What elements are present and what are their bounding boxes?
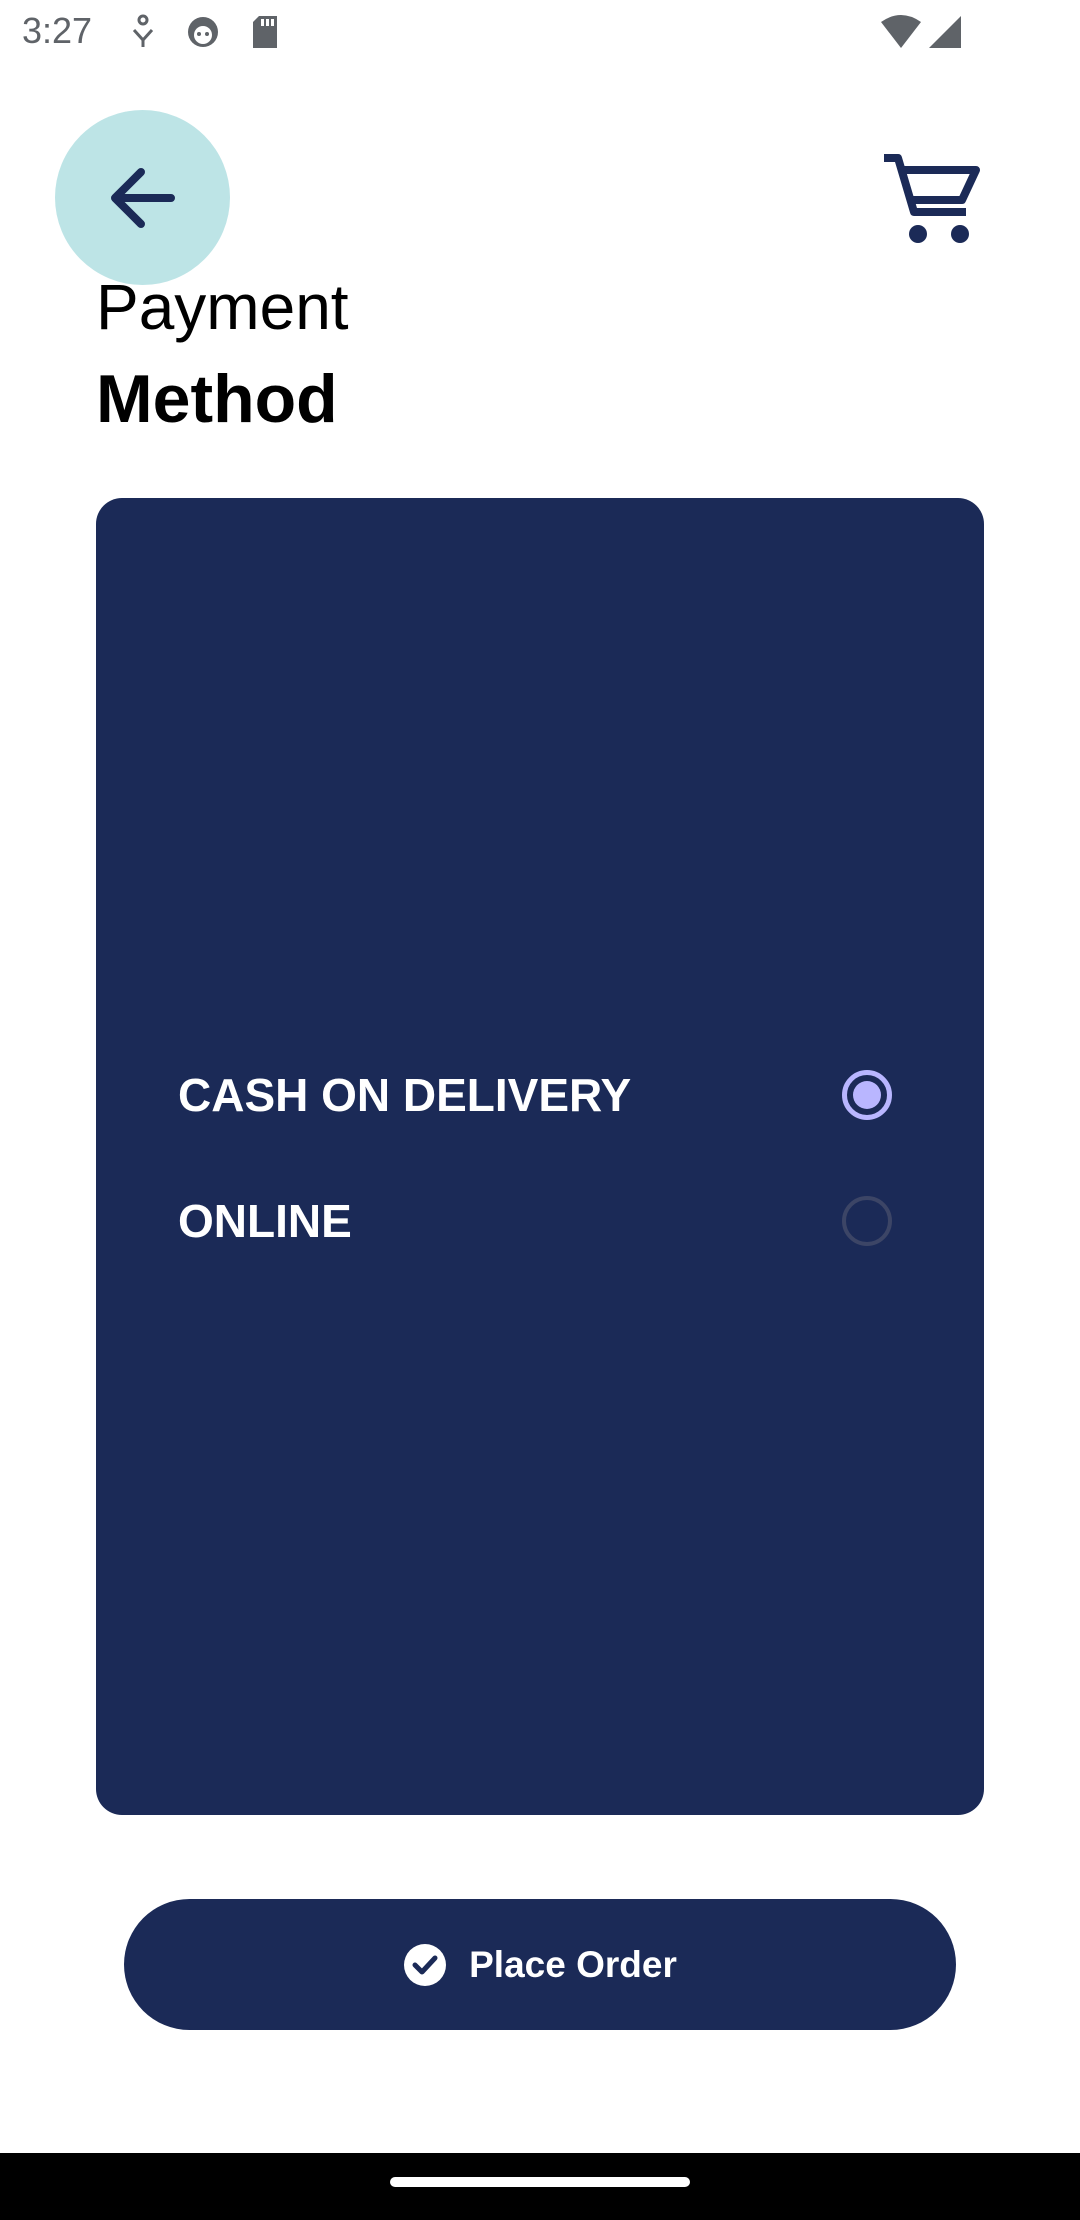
accessibility-icon: [132, 14, 154, 47]
place-order-button[interactable]: Place Order: [124, 1899, 956, 2030]
check-circle-icon: [404, 1943, 447, 1986]
arrow-left-icon: [110, 167, 175, 228]
sd-card-icon: [253, 16, 277, 48]
cellular-signal-icon: [929, 16, 961, 48]
shopping-cart-icon: [884, 154, 980, 243]
home-indicator[interactable]: [390, 2177, 690, 2187]
navigation-bar: [0, 2153, 1080, 2220]
status-time: 3:27: [22, 10, 93, 51]
page-title-line2: Method: [96, 361, 338, 437]
back-button[interactable]: [55, 110, 230, 285]
payment-option-label: CASH ON DELIVERY: [178, 1069, 632, 1121]
radio-button-selected[interactable]: [842, 1070, 892, 1120]
status-bar: 3:27: [0, 0, 1080, 66]
payment-option-cash-on-delivery[interactable]: CASH ON DELIVERY: [178, 1050, 902, 1140]
payment-option-label: ONLINE: [178, 1195, 352, 1247]
radio-button-unselected[interactable]: [842, 1196, 892, 1246]
page-title-line1: Payment: [96, 271, 349, 343]
payment-option-online[interactable]: ONLINE: [178, 1176, 902, 1266]
payment-options-card: CASH ON DELIVERY ONLINE: [96, 498, 984, 1815]
wifi-icon: [881, 15, 921, 48]
cart-button[interactable]: [882, 150, 982, 245]
place-order-label: Place Order: [469, 1943, 677, 1985]
face-icon: [188, 17, 218, 47]
